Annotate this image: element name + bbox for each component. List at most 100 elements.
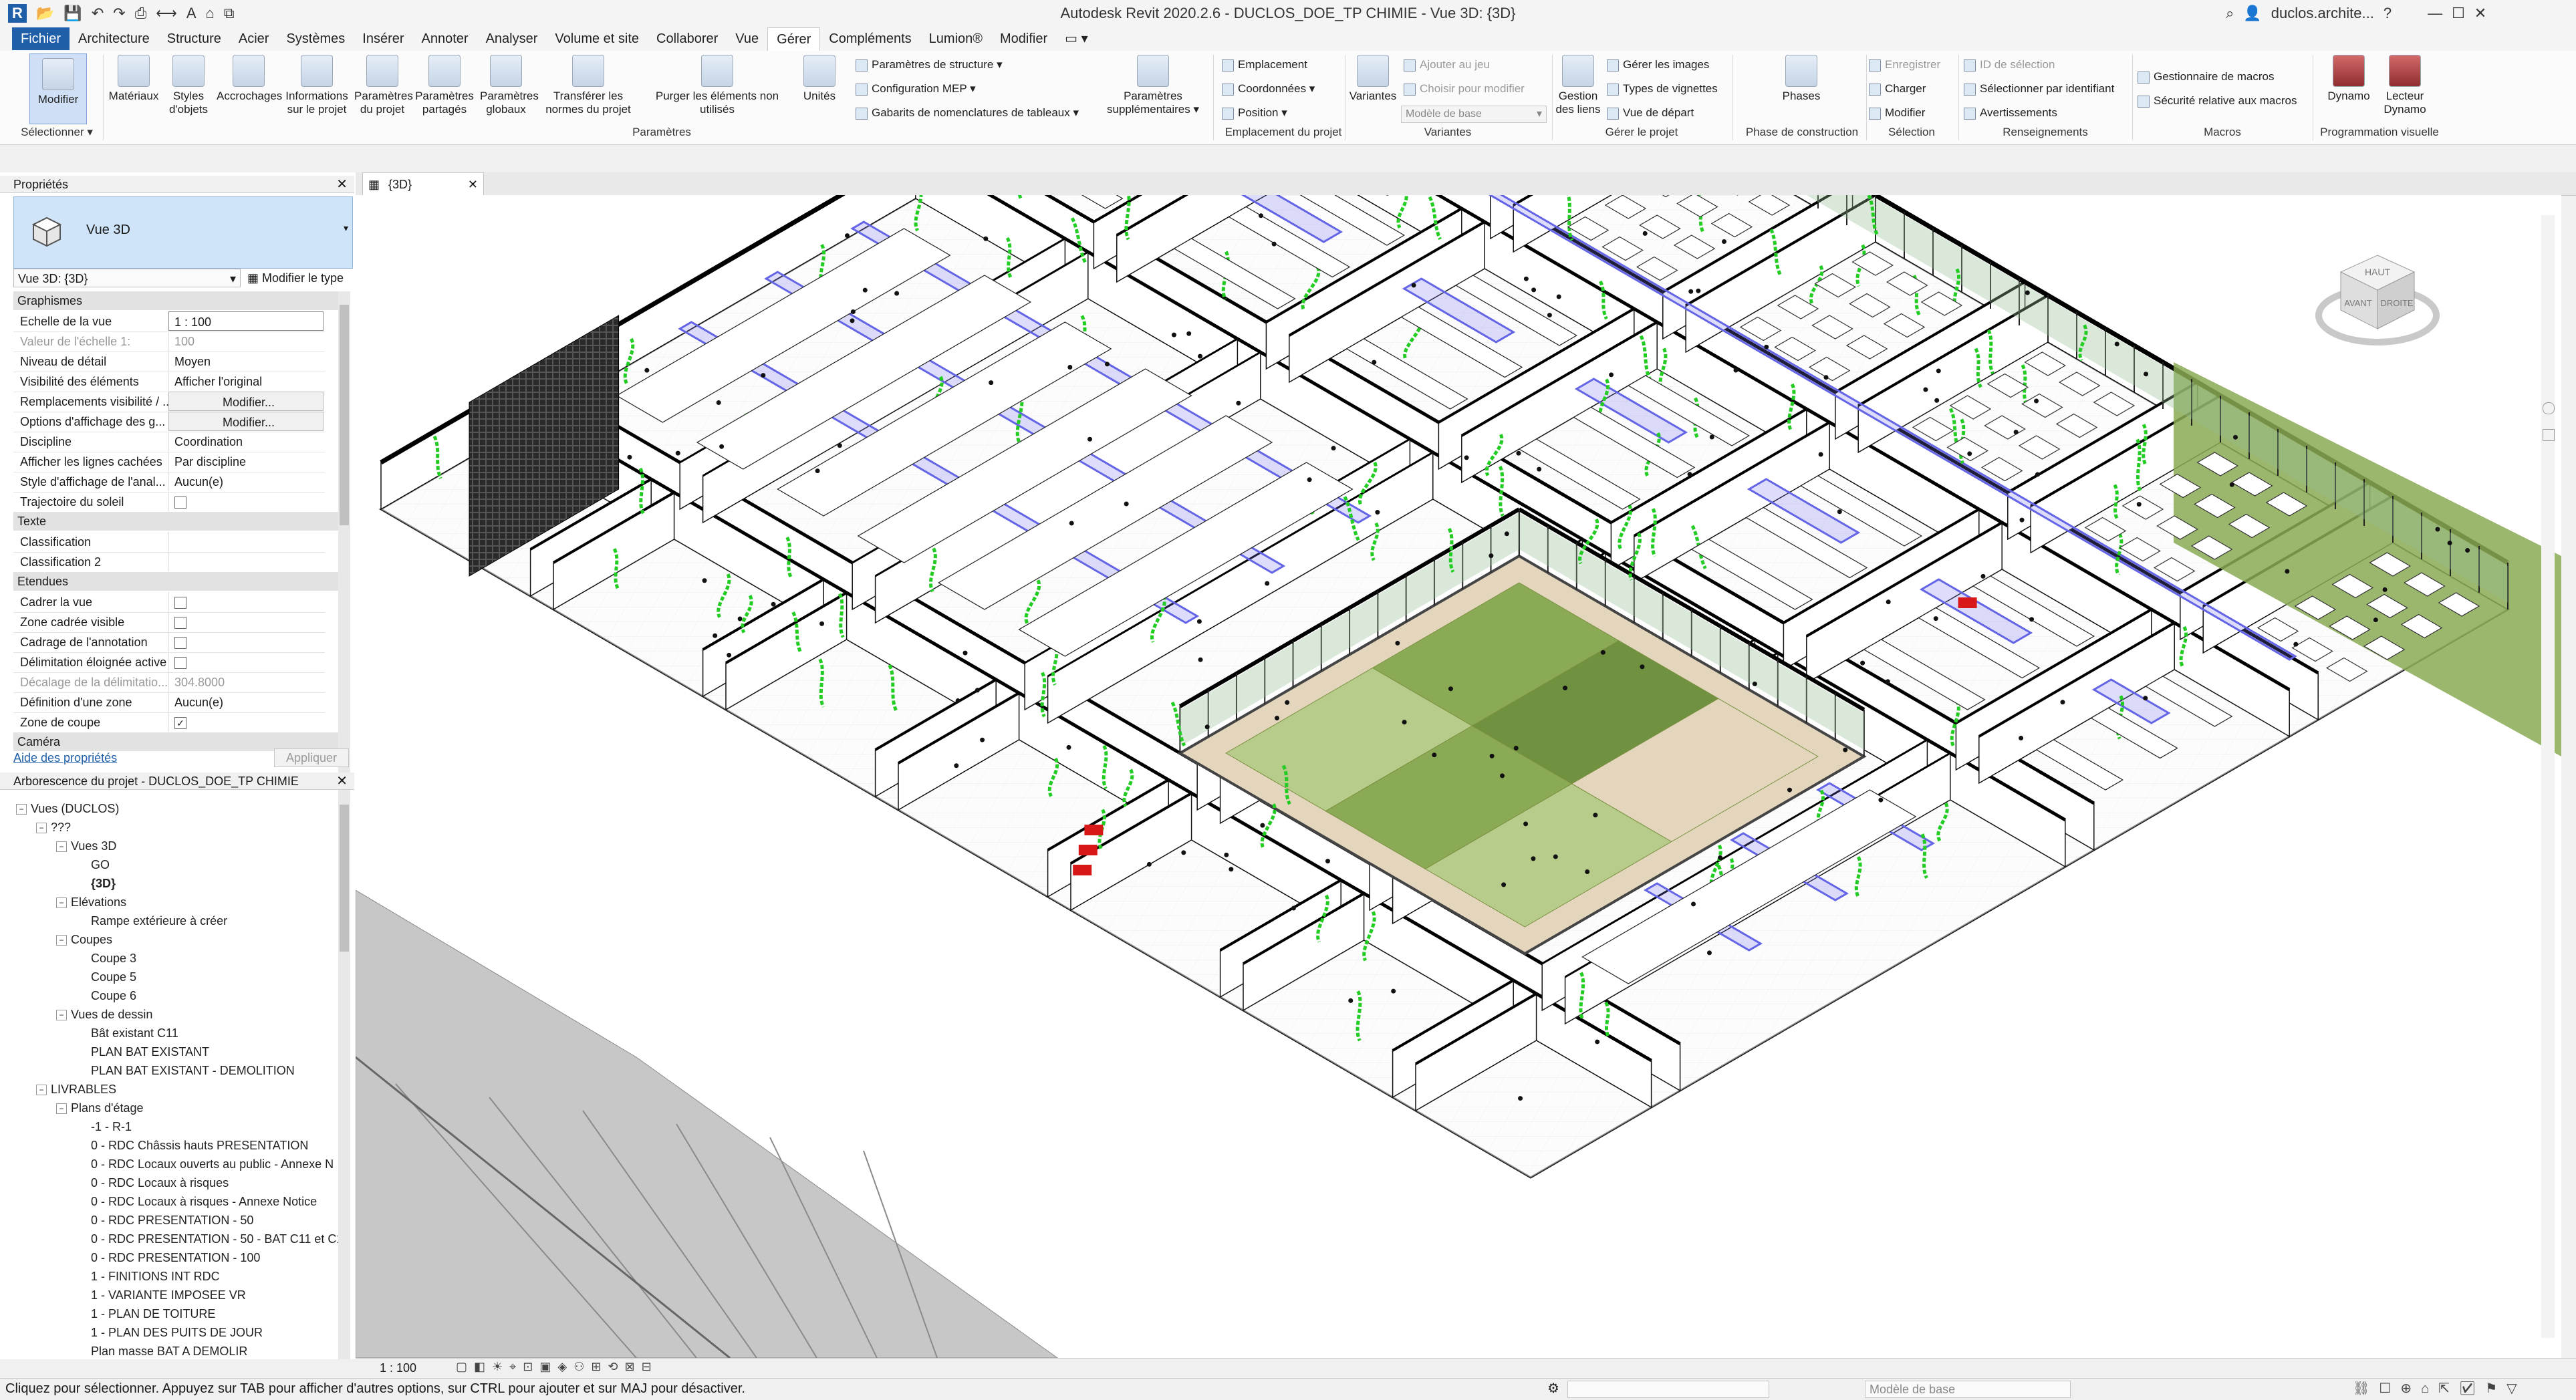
collapse-toggle-icon[interactable]: − (56, 897, 67, 909)
tree-item[interactable]: Coupe 5 (76, 968, 136, 986)
tree-item[interactable]: 1 - VARIANTE IMPOSEE VR (76, 1286, 246, 1304)
tab-11[interactable]: Compléments (820, 27, 920, 50)
property-value[interactable] (168, 652, 324, 672)
property-value[interactable] (168, 492, 324, 511)
manage-links-button[interactable]: Gestion des liens (1555, 55, 1601, 116)
tree-item[interactable]: 0 - RDC Locaux à risques - Annexe Notice (76, 1192, 317, 1211)
select-group-label[interactable]: Sélectionner ▾ (13, 126, 100, 139)
property-value[interactable] (168, 552, 324, 571)
collapse-toggle-icon[interactable]: − (36, 1085, 47, 1096)
close-icon[interactable]: ✕ (468, 173, 478, 196)
modify-button[interactable]: Modifier (29, 53, 87, 124)
save-selection[interactable]: Enregistrer (1869, 57, 1940, 72)
selection-id[interactable]: ID de sélection (1964, 57, 2055, 72)
structure-settings[interactable]: Paramètres de structure ▾ (856, 57, 1003, 72)
tree-item[interactable]: 0 - RDC PRESENTATION - 50 (76, 1211, 253, 1230)
checkbox[interactable] (174, 597, 186, 609)
property-value[interactable]: ✓ (168, 712, 324, 732)
tab-7[interactable]: Volume et site (546, 27, 648, 50)
apply-button[interactable]: Appliquer (274, 748, 349, 767)
param-button-2[interactable]: Accrochages (217, 55, 282, 103)
section-extents[interactable]: Etendues (13, 572, 338, 591)
tree-item[interactable]: Bât existant C11 (76, 1024, 178, 1042)
type-selector[interactable]: Vue 3D ▾ (13, 196, 353, 269)
mep-config[interactable]: Configuration MEP ▾ (856, 82, 976, 96)
properties-help-link[interactable]: Aide des propriétés (13, 751, 117, 765)
checkbox[interactable] (174, 657, 186, 670)
worksharing-icon[interactable]: ⚙ (1547, 1379, 1559, 1399)
thumbnail-types[interactable]: Types de vignettes (1607, 82, 1718, 96)
location-button[interactable]: Emplacement (1222, 57, 1307, 72)
view-tab-3d[interactable]: ▦ {3D} ✕ (362, 172, 484, 196)
tree-item[interactable]: 1 - FINITIONS INT RDC (76, 1267, 220, 1286)
scroll-thumb[interactable] (340, 305, 349, 525)
param-button-8[interactable]: Purger les éléments non utilisés (647, 55, 787, 116)
tree-item[interactable]: − Plans d'étage (56, 1099, 144, 1117)
coordinates-button[interactable]: Coordonnées ▾ (1222, 82, 1315, 96)
tree-item[interactable]: 1 - PLAN DE TOITURE (76, 1304, 215, 1323)
tree-item[interactable]: −??? (36, 818, 71, 837)
tree-item[interactable]: Rampe extérieure à créer (76, 912, 227, 930)
tab-3[interactable]: Systèmes (277, 27, 354, 50)
tree-item[interactable]: Plan masse BAT A DEMOLIR (76, 1342, 247, 1361)
contextual-tab-icon[interactable]: ▭ ▾ (1056, 27, 1097, 50)
param-button-7[interactable]: Transférer les normes du projet (535, 55, 642, 116)
property-value[interactable]: Afficher l'original (168, 372, 324, 391)
tree-item[interactable]: {3D} (76, 874, 116, 893)
section-text[interactable]: Texte (13, 512, 338, 531)
manage-images[interactable]: Gérer les images (1607, 57, 1709, 72)
tree-item[interactable]: PLAN BAT EXISTANT (76, 1042, 209, 1061)
tree-item[interactable]: − LIVRABLES (36, 1080, 116, 1099)
instance-filter[interactable]: Vue 3D: {3D} ▾ (13, 269, 241, 287)
tab-10[interactable]: Gérer (767, 27, 821, 51)
starting-view[interactable]: Vue de départ (1607, 106, 1694, 120)
selection-filter-icons[interactable]: ⛓☐⊕⌂⇱☑⚑▽ (2353, 1379, 2527, 1399)
load-selection[interactable]: Charger (1869, 82, 1926, 96)
close-icon[interactable]: ✕ (336, 176, 348, 193)
tab-12[interactable]: Lumion® (920, 27, 991, 50)
checkbox[interactable]: ✓ (174, 717, 186, 730)
macro-manager[interactable]: Gestionnaire de macros (2138, 69, 2274, 84)
property-value[interactable]: 100 (168, 331, 324, 351)
property-value[interactable] (168, 612, 324, 632)
chevron-down-icon[interactable]: ▾ (344, 223, 348, 234)
position-button[interactable]: Position ▾ (1222, 106, 1287, 120)
tab-0[interactable]: Architecture (70, 27, 158, 50)
tree-item[interactable]: -1 - R-1 (76, 1117, 132, 1136)
property-value[interactable]: Aucun(e) (168, 472, 324, 491)
dynamo-player-button[interactable]: Lecteur Dynamo (2377, 55, 2433, 116)
minimize-icon[interactable]: — (2428, 5, 2442, 22)
collapse-toggle-icon[interactable]: − (56, 935, 67, 946)
param-button-4[interactable]: Paramètres du projet (354, 55, 413, 116)
add-to-set[interactable]: Ajouter au jeu (1404, 57, 1490, 72)
tree-item[interactable]: − Coupes (56, 930, 112, 949)
maximize-icon[interactable]: ☐ (2452, 5, 2465, 22)
collapse-toggle-icon[interactable]: − (36, 823, 47, 834)
tab-1[interactable]: Structure (158, 27, 230, 50)
property-value[interactable]: Modifier... (168, 412, 324, 431)
tree-item[interactable]: 1 - PLAN DES PUITS DE JOUR (76, 1323, 263, 1342)
property-value[interactable] (168, 592, 324, 611)
design-option-combo[interactable]: Modèle de base (1865, 1381, 2071, 1398)
param-button-3[interactable]: Informations sur le projet (283, 55, 350, 116)
additional-settings-button[interactable]: Paramètres supplémentaires ▾ (1096, 55, 1210, 116)
model-drawing[interactable] (356, 195, 2561, 1358)
search-icon[interactable]: ⌕ (2226, 5, 2234, 22)
variant-combo[interactable]: Modèle de base ▾ (1401, 106, 1547, 123)
tab-5[interactable]: Annoter (413, 27, 477, 50)
zoom-icon[interactable] (2543, 429, 2555, 441)
tab-8[interactable]: Collaborer (648, 27, 727, 50)
section-graphics[interactable]: Graphismes (13, 291, 338, 310)
param-button-6[interactable]: Paramètres globaux (480, 55, 539, 116)
browser-scrollbar[interactable] (338, 791, 350, 1359)
tree-item[interactable]: GO (76, 855, 110, 874)
help-icon[interactable]: ? (2384, 5, 2392, 22)
tree-item[interactable]: − Vues de dessin (56, 1005, 152, 1024)
property-value[interactable]: 1 : 100 (168, 311, 324, 331)
checkbox[interactable] (174, 617, 186, 629)
edit-selection[interactable]: Modifier (1869, 106, 1925, 120)
tree-item[interactable]: − Vues (DUCLOS) (16, 799, 119, 818)
property-value[interactable]: 304.8000 (168, 672, 324, 692)
collapse-toggle-icon[interactable]: − (16, 804, 27, 815)
property-value[interactable]: Moyen (168, 352, 324, 371)
